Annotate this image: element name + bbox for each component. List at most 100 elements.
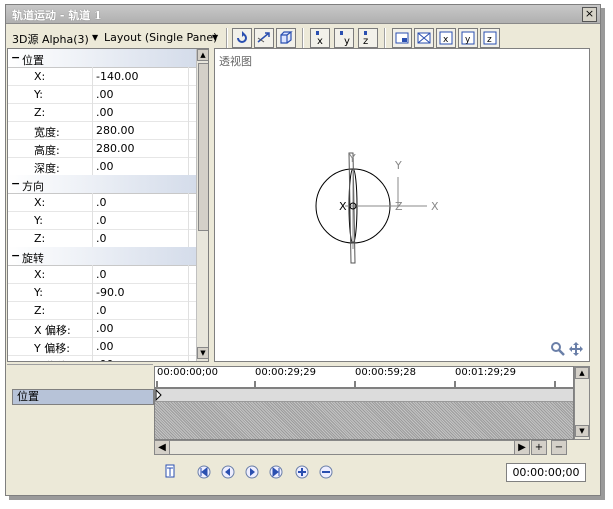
property-row: X: .0 xyxy=(8,193,196,212)
property-label: Z 偏移: xyxy=(34,358,71,361)
property-group-header[interactable]: − 位置 xyxy=(8,49,196,68)
toolbar: 3D源 Alpha(3) ▼ Layout (Single Pane) ▼ x … xyxy=(6,24,600,50)
scroll-down-arrow-icon[interactable]: ▼ xyxy=(575,425,589,437)
view-button[interactable] xyxy=(392,28,412,48)
toolbar-separator xyxy=(302,28,304,48)
property-label: Z: xyxy=(34,232,46,245)
property-value[interactable]: 280.00 xyxy=(96,124,135,137)
property-label: X 偏移: xyxy=(34,324,71,337)
scroll-up-arrow-icon[interactable]: ▲ xyxy=(575,367,589,379)
lock-x-button[interactable]: x xyxy=(310,28,330,48)
scroll-right-arrow-icon[interactable]: ▶ xyxy=(514,440,530,455)
track-label-position[interactable]: 位置 xyxy=(12,389,154,405)
property-value[interactable]: .00 xyxy=(96,106,114,119)
svg-text:z: z xyxy=(487,35,492,45)
collapse-icon[interactable]: − xyxy=(11,51,20,64)
timeline-horizontal-scrollbar[interactable]: ◀ ▶ xyxy=(154,440,530,455)
move-icon xyxy=(257,32,270,43)
property-group-header[interactable]: − 旋转 xyxy=(8,247,196,266)
property-group-title: 方向 xyxy=(22,180,44,193)
property-value[interactable]: .0 xyxy=(96,196,107,209)
z-axis-button[interactable]: z xyxy=(480,28,500,48)
property-value[interactable]: 280.00 xyxy=(96,142,135,155)
timeline-vertical-scrollbar[interactable]: ▲ ▼ xyxy=(574,366,590,440)
y-axis-button[interactable]: y xyxy=(458,28,478,48)
property-value[interactable]: .0 xyxy=(96,232,107,245)
x-axis-button[interactable]: x xyxy=(436,28,456,48)
magnifier-icon[interactable] xyxy=(551,342,565,356)
previous-keyframe-icon[interactable] xyxy=(220,464,236,480)
last-keyframe-icon[interactable] xyxy=(268,464,284,480)
timecode-display[interactable]: 00:00:00;00 xyxy=(506,463,586,482)
scroll-up-arrow-icon[interactable]: ▲ xyxy=(197,49,208,61)
scroll-left-arrow-icon[interactable]: ◀ xyxy=(154,440,170,455)
property-value[interactable]: -90.0 xyxy=(96,286,124,299)
move-button[interactable] xyxy=(254,28,274,48)
pan-icon[interactable] xyxy=(569,342,583,356)
zoom-box-icon xyxy=(417,32,431,44)
toolbar-separator xyxy=(226,28,228,48)
track-list: 位置 xyxy=(7,364,154,485)
properties-scrollbar[interactable]: ▲ ▼ xyxy=(196,49,208,361)
lock-y-button[interactable]: y xyxy=(334,28,354,48)
collapse-icon[interactable]: − xyxy=(11,249,20,262)
property-row: Y 偏移: .00 xyxy=(8,337,196,356)
property-row: X: .0 xyxy=(8,265,196,284)
property-group-title: 旋转 xyxy=(22,252,44,265)
property-value[interactable]: -140.00 xyxy=(96,70,138,83)
sync-cursor-icon[interactable] xyxy=(164,464,180,480)
ruler-tick-label: 00:00:59;28 xyxy=(355,367,417,378)
property-row: Y: .00 xyxy=(8,85,196,104)
svg-text:x: x xyxy=(443,35,449,45)
property-value[interactable]: .00 xyxy=(96,358,114,361)
property-label: Z: xyxy=(34,106,46,119)
add-keyframe-icon[interactable] xyxy=(294,464,310,480)
first-keyframe-icon[interactable] xyxy=(196,464,212,480)
chevron-down-icon[interactable]: ▼ xyxy=(92,33,98,42)
property-row: Z: .00 xyxy=(8,103,196,122)
property-label: X: xyxy=(34,70,46,83)
source-dropdown[interactable]: 3D源 Alpha(3) xyxy=(12,31,89,47)
property-value[interactable]: .00 xyxy=(96,322,114,335)
axis-x-right-label: X xyxy=(431,200,439,213)
scroll-thumb[interactable] xyxy=(198,63,208,231)
chevron-down-icon[interactable]: ▼ xyxy=(212,33,218,42)
cube-icon xyxy=(280,31,293,44)
zoom-box-button[interactable] xyxy=(414,28,434,48)
property-value[interactable]: .00 xyxy=(96,340,114,353)
rotate-icon xyxy=(237,31,247,43)
properties-panel: − 位置 X: -140.00 Y: .00 Z: .00 宽度: 280.00 高度: 280.00… xyxy=(7,48,209,362)
property-value[interactable]: .00 xyxy=(96,160,114,173)
property-label: 高度: xyxy=(34,144,60,157)
property-row: X: -140.00 xyxy=(8,67,196,86)
property-value[interactable]: .0 xyxy=(96,268,107,281)
property-row: 高度: 280.00 xyxy=(8,139,196,158)
property-row: X 偏移: .00 xyxy=(8,319,196,338)
window-title: 轨道运动 - 轨道 1 xyxy=(12,9,102,22)
title-bar: 轨道运动 - 轨道 1 × xyxy=(6,5,600,24)
scroll-down-arrow-icon[interactable]: ▼ xyxy=(197,347,208,359)
svg-text:z: z xyxy=(363,36,368,46)
keyframe-track[interactable] xyxy=(154,388,574,440)
property-group-header[interactable]: − 方向 xyxy=(8,175,196,194)
close-button[interactable]: × xyxy=(582,7,597,22)
next-keyframe-icon[interactable] xyxy=(244,464,260,480)
perspective-viewport[interactable]: 透视图 X Z X Y Y xyxy=(214,48,590,362)
zoom-out-button[interactable]: − xyxy=(551,440,567,455)
property-value[interactable]: .0 xyxy=(96,214,107,227)
rotate-button[interactable] xyxy=(232,28,252,48)
lock-z-button[interactable]: z xyxy=(358,28,378,48)
cube-button[interactable] xyxy=(276,28,296,48)
zoom-in-button[interactable]: + xyxy=(531,440,547,455)
axis-z-label: Z xyxy=(395,200,403,213)
property-group-title: 位置 xyxy=(22,54,44,67)
time-ruler[interactable]: 00:00:00;00 00:00:29;29 00:00:59;28 00:0… xyxy=(154,366,574,388)
keyframe-marker-icon[interactable] xyxy=(155,389,163,401)
z-axis-icon: z xyxy=(483,31,497,45)
layout-dropdown[interactable]: Layout (Single Pane) xyxy=(104,31,217,44)
ruler-tick-label: 00:00:29;29 xyxy=(255,367,317,378)
property-value[interactable]: .00 xyxy=(96,88,114,101)
collapse-icon[interactable]: − xyxy=(11,177,20,190)
delete-keyframe-icon[interactable] xyxy=(318,464,334,480)
property-value[interactable]: .0 xyxy=(96,304,107,317)
